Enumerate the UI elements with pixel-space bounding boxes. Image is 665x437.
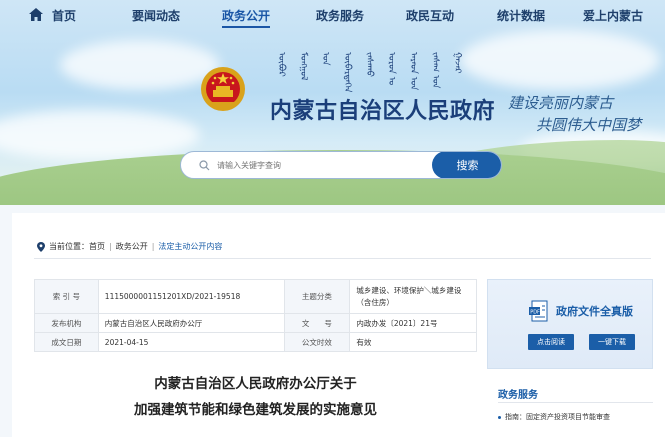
location-pin-icon (37, 241, 45, 252)
slogan-line-1: 建设亮丽内蒙古 (508, 94, 614, 112)
breadcrumb-gov-affairs[interactable]: 政务公开 (116, 241, 148, 252)
index-value: 1115000001151201XD/2021-19518 (97, 279, 285, 314)
sidebar-item-label: 指南：固定资产投资项目节能审查 (505, 413, 610, 421)
docno-label: 文 号 (283, 313, 351, 333)
sidebar-title: 政务服务 (498, 390, 538, 401)
divider (34, 258, 651, 259)
table-row: 成文日期 2021-04-15 公文时效 有效 (34, 332, 477, 352)
category-label: 主题分类 (283, 279, 351, 314)
main-nav: 首页 要闻动态 政务公开 政务服务 政民互动 统计数据 爱上内蒙古 (0, 0, 665, 32)
nav-item-love-inner-mongolia[interactable]: 爱上内蒙古 (583, 7, 643, 24)
document-title-line-1: 内蒙古自治区人民政府办公厅关于 (154, 376, 357, 392)
doc-card-title: 政府文件全真版 (556, 305, 633, 318)
full-text-document-card: PDF 政府文件全真版 点击阅读 一键下载 (487, 279, 653, 369)
nav-item-gov-affairs[interactable]: 政务公开 (222, 7, 270, 24)
svg-text:PDF: PDF (530, 309, 540, 315)
download-button[interactable]: 一键下载 (589, 334, 635, 350)
read-button[interactable]: 点击阅读 (528, 334, 574, 350)
nav-item-news[interactable]: 要闻动态 (132, 7, 180, 24)
validity-value: 有效 (349, 332, 477, 352)
breadcrumb-prefix: 当前位置： (49, 242, 89, 251)
breadcrumb-separator: | (109, 242, 112, 251)
table-row: 发布机构 内蒙古自治区人民政府办公厅 文 号 内政办发〔2021〕21号 (34, 313, 477, 333)
document-title: 内蒙古自治区人民政府办公厅关于 加强建筑节能和绿色建筑发展的实施意见 (34, 373, 477, 421)
validity-label: 公文时效 (283, 332, 351, 352)
breadcrumb-current[interactable]: 法定主动公开内容 (158, 241, 222, 252)
site-title: 内蒙古自治区人民政府 (270, 99, 496, 124)
home-icon[interactable] (29, 8, 43, 21)
document-meta-table: 索 引 号 1115000001151201XD/2021-19518 主题分类… (34, 279, 477, 352)
bullet-icon (498, 415, 501, 419)
table-row: 索 引 号 1115000001151201XD/2021-19518 主题分类… (34, 279, 477, 314)
national-emblem-icon (201, 67, 245, 111)
nav-item-gov-services[interactable]: 政务服务 (316, 7, 364, 24)
breadcrumb: 当前位置： 首页 | 政务公开 | 法定主动公开内容 (37, 241, 222, 252)
header-banner: 首页 要闻动态 政务公开 政务服务 政民互动 统计数据 爱上内蒙古 ᠦᠪᠦᠷ ᠮ… (0, 0, 665, 205)
document-title-line-2: 加强建筑节能和绿色建筑发展的实施意见 (134, 402, 377, 418)
mongolian-title: ᠦᠪᠦᠷ ᠮᠣᠩᠭᠣᠯ ᠤᠨ ᠥᠪᠡᠷᠲᠡᠭᠡᠨ ᠵᠠᠰᠠᠬᠤ ᠣᠷᠣᠨ ᠤ ᠠ… (276, 52, 462, 92)
sidebar-item[interactable]: 指南：固定资产投资项目节能审查 (498, 412, 610, 422)
nav-item-statistics[interactable]: 统计数据 (497, 7, 545, 24)
slogan-line-2: 共圆伟大中国梦 (536, 116, 642, 134)
date-value: 2021-04-15 (97, 332, 285, 352)
divider (498, 402, 653, 403)
docno-value: 内政办发〔2021〕21号 (349, 313, 477, 333)
search-bar: 搜索 (180, 151, 502, 179)
cloud (460, 30, 660, 90)
nav-item-interaction[interactable]: 政民互动 (406, 7, 454, 24)
cloud (60, 40, 220, 90)
index-label: 索 引 号 (34, 279, 99, 314)
nav-active-underline (222, 26, 270, 28)
category-value: 城乡建设、环境保护＼城乡建设（含住房） (349, 279, 477, 314)
date-label: 成文日期 (34, 332, 99, 352)
publisher-value: 内蒙古自治区人民政府办公厅 (97, 313, 285, 333)
nav-item-home[interactable]: 首页 (52, 7, 76, 24)
breadcrumb-home[interactable]: 首页 (89, 241, 105, 252)
main-content: 当前位置： 首页 | 政务公开 | 法定主动公开内容 索 引 号 1115000… (12, 213, 665, 437)
pdf-document-icon: PDF (529, 300, 548, 322)
search-button[interactable]: 搜索 (432, 152, 501, 178)
breadcrumb-separator: | (151, 242, 155, 251)
cloud (0, 110, 200, 160)
search-input[interactable] (217, 152, 437, 178)
publisher-label: 发布机构 (34, 313, 99, 333)
search-icon (199, 160, 210, 171)
